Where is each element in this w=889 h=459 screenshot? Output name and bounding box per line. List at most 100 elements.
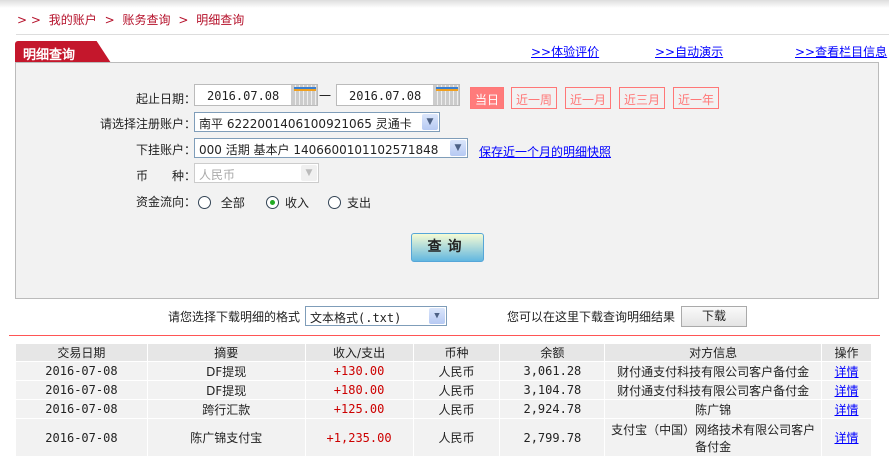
details-link[interactable]: 详情 [834, 403, 858, 417]
radio-label: 收入 [285, 196, 310, 210]
breadcrumb-account-query[interactable]: 账务查询 [123, 13, 171, 27]
table-row: 2016-07-08 跨行汇款 +125.00 人民币 2,924.78 陈广锦 详情 [15, 399, 872, 419]
format-select[interactable]: 文本格式(.txt) ▼ [305, 306, 447, 326]
table-row: 2016-07-08 DF提现 +180.00 人民币 3,104.78 财付通支付科技有… [15, 380, 872, 400]
table-cell: +180.00 [304, 380, 414, 400]
radio-label: 支出 [347, 196, 372, 210]
sub-account-value: 000 活期 基本户 1406600101102571848 [199, 143, 439, 157]
link-column-info[interactable]: >>查看栏目信息 [795, 45, 887, 59]
sub-account-label: 下挂账户： [135, 143, 196, 157]
tab-detail-query[interactable]: 明细查询 [15, 41, 111, 63]
details-link[interactable]: 详情 [834, 431, 858, 445]
table-cell: 2016-07-08 [15, 418, 148, 457]
table-cell: 陈广锦 [604, 399, 822, 419]
table-cell: 详情 [821, 380, 872, 400]
table-cell: DF提现 [146, 361, 306, 381]
table-cell: 2016-07-08 [15, 361, 148, 381]
column-header: 收入/支出 [304, 343, 414, 362]
range-3months[interactable]: 近三月 [619, 87, 666, 109]
column-header: 摘要 [146, 343, 306, 362]
table-cell: +130.00 [304, 361, 414, 381]
table-row: 2016-07-08 陈广锦支付宝 +1,235.00 人民币 2,799.78 支付宝（… [15, 418, 872, 457]
table-cell: 财付通支付科技有限公司客户备付金 [604, 361, 822, 381]
breadcrumb: > > 我的账户 > 账务查询 > 明细查询 [17, 11, 248, 28]
breadcrumb-sep: > > [17, 13, 41, 27]
table-cell: 支付宝（中国）网络技术有限公司客户备付金 [604, 418, 822, 457]
date-dash: 一 [319, 89, 332, 103]
details-link[interactable]: 详情 [834, 384, 858, 398]
table-cell: 详情 [821, 361, 872, 381]
breadcrumb-sep: > [104, 13, 115, 27]
save-snapshot-link[interactable]: 保存近一个月的明细快照 [479, 143, 611, 160]
reg-account-value: 南平 6222001406100921065 灵通卡 [199, 117, 412, 131]
table-cell: DF提现 [146, 380, 306, 400]
start-date-value: 2016.07.08 [207, 89, 280, 103]
chevron-down-icon: ▼ [429, 308, 445, 324]
currency-select: 人民币 ▼ [194, 163, 319, 183]
format-label: 请您选择下载明细的格式 [168, 310, 301, 324]
table-cell: +125.00 [304, 399, 414, 419]
range-week[interactable]: 近一周 [511, 87, 558, 109]
currency-label: 币 种： [135, 169, 196, 183]
table-cell: 人民币 [412, 380, 501, 400]
breadcrumb-my-account[interactable]: 我的账户 [49, 13, 97, 27]
calendar-icon[interactable] [433, 85, 459, 105]
column-header: 操作 [821, 343, 872, 362]
table-cell: 财付通支付科技有限公司客户备付金 [604, 380, 822, 400]
table-cell: 详情 [821, 399, 872, 419]
link-feedback[interactable]: >>体验评价 [531, 45, 599, 59]
link-auto-demo[interactable]: >>自动演示 [655, 45, 723, 59]
download-button[interactable]: 下载 [681, 306, 747, 327]
range-month[interactable]: 近一月 [565, 87, 612, 109]
format-value: 文本格式(.txt) [310, 311, 402, 325]
detail-table: 交易日期 摘要 收入/支出 币种 余额 对方信息 操作 2016-07-08 DF提现 +130… [15, 343, 872, 457]
table-cell: 跨行汇款 [146, 399, 306, 419]
end-date-input[interactable]: 2016.07.08 [336, 84, 460, 106]
table-cell: 3,061.28 [499, 361, 606, 381]
chevron-down-icon: ▼ [301, 165, 317, 181]
flow-radio-income[interactable]: 收入 [266, 194, 309, 211]
column-header: 对方信息 [604, 343, 822, 362]
reg-account-label: 请选择注册账户： [99, 117, 196, 131]
table-header: 交易日期 摘要 收入/支出 币种 余额 对方信息 操作 [15, 343, 872, 362]
table-cell: 人民币 [412, 361, 501, 381]
table-cell: 2016-07-08 [15, 380, 148, 400]
chevron-down-icon: ▼ [422, 114, 438, 130]
breadcrumb-detail-query: 明细查询 [196, 13, 245, 27]
table-cell: 2,924.78 [499, 399, 606, 419]
table-cell: +1,235.00 [304, 418, 414, 457]
divider [16, 34, 889, 35]
breadcrumb-sep: > [178, 13, 189, 27]
radio-checked-icon [266, 196, 279, 209]
top-bar [0, 0, 889, 8]
download-hint: 您可以在这里下载查询明细结果 [507, 310, 676, 324]
query-button[interactable]: 查询 [411, 233, 484, 262]
flow-radio-all[interactable]: 全部 [198, 194, 245, 211]
divider [9, 335, 880, 336]
table-cell: 2016-07-08 [15, 399, 148, 419]
start-date-input[interactable]: 2016.07.08 [194, 84, 318, 106]
calendar-icon[interactable] [291, 85, 317, 105]
query-panel: 起止日期： 2016.07.08 一 2016.07.08 当日 近一周 近一月… [15, 62, 879, 299]
sub-account-select[interactable]: 000 活期 基本户 1406600101102571848 ▼ [194, 138, 468, 158]
currency-value: 人民币 [199, 168, 236, 182]
range-today[interactable]: 当日 [470, 87, 505, 109]
column-header: 余额 [499, 343, 606, 362]
date-label: 起止日期： [135, 92, 196, 106]
end-date-value: 2016.07.08 [349, 89, 422, 103]
range-year[interactable]: 近一年 [673, 87, 720, 109]
flow-radio-expense[interactable]: 支出 [328, 194, 371, 211]
details-link[interactable]: 详情 [834, 365, 858, 379]
table-row: 2016-07-08 DF提现 +130.00 人民币 3,061.28 财付通支付科技有… [15, 361, 872, 381]
table-cell: 详情 [821, 418, 872, 457]
chevron-down-icon: ▼ [450, 140, 466, 156]
flow-label: 资金流向： [135, 195, 196, 209]
reg-account-select[interactable]: 南平 6222001406100921065 灵通卡 ▼ [194, 112, 440, 132]
table-cell: 人民币 [412, 399, 501, 419]
table-cell: 3,104.78 [499, 380, 606, 400]
table-cell: 2,799.78 [499, 418, 606, 457]
radio-icon [198, 196, 211, 209]
table-cell: 陈广锦支付宝 [146, 418, 306, 457]
column-header: 币种 [412, 343, 501, 362]
column-header: 交易日期 [15, 343, 148, 362]
